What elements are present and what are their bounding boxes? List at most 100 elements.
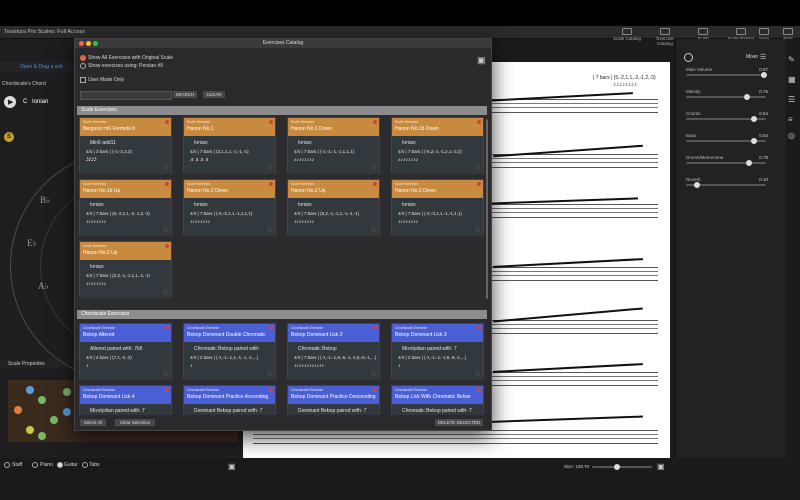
favorite-icon[interactable]: ♡ xyxy=(267,165,272,172)
camera-icon[interactable]: ▣ xyxy=(228,462,236,471)
chords-slider[interactable] xyxy=(686,116,766,122)
view-radio-piano[interactable] xyxy=(32,462,38,468)
note-e-flat[interactable]: E♭ xyxy=(27,238,37,249)
score-header-text: | 7 bars | (5,-2,1,1,-2,-1,2,-3) xyxy=(593,75,656,81)
delete-icon[interactable] xyxy=(373,182,377,186)
exercise-card[interactable]: Chordscale Exercise Bebop Dominant Practi… xyxy=(287,385,380,415)
slider-knob[interactable] xyxy=(751,138,757,144)
list-icon[interactable]: ≡ xyxy=(788,115,793,124)
note-b-flat[interactable]: B♭ xyxy=(40,195,50,206)
open-drag-row[interactable]: Open & Drag a sub xyxy=(0,61,75,73)
mixer-close-icon[interactable] xyxy=(684,53,693,62)
view-radio-guitar[interactable] xyxy=(57,462,63,468)
play-button[interactable]: ▶ xyxy=(4,96,16,108)
favorite-icon[interactable]: ♡ xyxy=(475,165,480,172)
delete-icon[interactable] xyxy=(477,326,481,330)
exercise-card[interactable]: Chordscale Exercise Bebop Dominant Double… xyxy=(183,323,276,380)
size-slider[interactable] xyxy=(592,464,652,470)
card-meta: 4/4 | 7 bars | (-2,-1,-1,-1,1,1,1) xyxy=(294,149,355,154)
delete-icon[interactable] xyxy=(165,326,169,330)
delete-icon[interactable] xyxy=(373,326,377,330)
view-radio-staff[interactable] xyxy=(4,462,10,468)
exercise-card[interactable]: Scale Exercise Hanon No.1 Ionian 4/4 | 7 ba… xyxy=(183,117,276,174)
delete-icon[interactable] xyxy=(477,120,481,124)
user-made-checkbox[interactable] xyxy=(80,77,86,83)
delete-icon[interactable] xyxy=(373,120,377,124)
card-title: Bebop Dominant Practice Descending xyxy=(291,394,376,400)
card-body: Ionian 4/4 | 7 bars | (2,1,1,1,-1,-1,-1) ♬… xyxy=(184,136,275,174)
radio-show-all[interactable] xyxy=(80,55,86,61)
list-scrollbar[interactable] xyxy=(486,119,488,299)
favorite-icon[interactable]: ♡ xyxy=(163,371,168,378)
sliders-icon[interactable]: ☰ xyxy=(788,95,795,104)
slider-knob[interactable] xyxy=(744,94,750,100)
minimize-window-icon[interactable] xyxy=(86,41,91,46)
close-window-icon[interactable] xyxy=(79,41,84,46)
delete-icon[interactable] xyxy=(269,326,273,330)
delete-icon[interactable] xyxy=(165,120,169,124)
grid-icon[interactable]: ▦ xyxy=(788,75,796,84)
delete-icon[interactable] xyxy=(477,182,481,186)
exercise-card[interactable]: Scale Exercise Hanon No.3 Up Ionian 4/4 | 7… xyxy=(79,241,172,298)
clear-button[interactable]: CLEAR xyxy=(203,91,225,98)
exercise-card[interactable]: Scale Exercise Hanon No.1b Up Ionian 4/4 | … xyxy=(79,179,172,236)
favorite-icon[interactable]: ♡ xyxy=(163,165,168,172)
exercise-card[interactable]: Chordscale Exercise Bebop Altered Altered … xyxy=(79,323,172,380)
select-all-button[interactable]: Select All xyxy=(80,419,106,426)
exercise-card[interactable]: Scale Exercise Hanon No.1 Down Ionian 4/4 |… xyxy=(287,117,380,174)
main-volume-slider[interactable] xyxy=(686,72,767,78)
exercise-card[interactable]: Chordscale Exercise Bebop Dominant Lick 3… xyxy=(391,323,484,380)
slider-knob[interactable] xyxy=(761,72,767,78)
reverb-slider[interactable] xyxy=(686,182,766,188)
favorite-icon[interactable]: ♡ xyxy=(163,289,168,296)
delete-icon[interactable] xyxy=(269,120,273,124)
scale-catalog-button[interactable]: Scale Catalog xyxy=(610,28,644,41)
mixer-settings-icon[interactable]: ☰ xyxy=(760,53,766,61)
exercise-card[interactable]: Chordscale Exercise Bebop Dominant Practi… xyxy=(183,385,276,415)
slider-knob[interactable] xyxy=(746,160,752,166)
delete-icon[interactable] xyxy=(269,388,273,392)
camera-icon[interactable]: ▣ xyxy=(477,55,486,66)
favorite-icon[interactable]: ♡ xyxy=(267,371,272,378)
edit-icon[interactable]: ✎ xyxy=(788,55,795,64)
exercise-list[interactable]: Scale Exercise Bergonzi m6 Formula 8 Min6 … xyxy=(77,115,487,415)
delete-icon[interactable] xyxy=(373,388,377,392)
slider-knob[interactable] xyxy=(751,116,757,122)
exercise-card[interactable]: Chordscale Exercise Bebop Lick With Chrom… xyxy=(391,385,484,415)
s-badge[interactable]: S xyxy=(4,132,14,142)
exercise-card[interactable]: Scale Exercise Hanon No.3 Down Ionian 4/4 |… xyxy=(391,179,484,236)
favorite-icon[interactable]: ♡ xyxy=(475,371,480,378)
snapshot-icon[interactable]: ▣ xyxy=(657,462,665,471)
note-a-flat[interactable]: A♭ xyxy=(38,281,49,292)
favorite-icon[interactable]: ♡ xyxy=(371,227,376,234)
play-circle-icon[interactable]: ◎ xyxy=(788,131,795,140)
bass-slider[interactable] xyxy=(686,138,766,144)
favorite-icon[interactable]: ♡ xyxy=(267,227,272,234)
view-radio-tabs[interactable] xyxy=(82,462,88,468)
delete-icon[interactable] xyxy=(269,182,273,186)
exercise-card[interactable]: Scale Exercise Hanon No.1b Down Ionian 4/4 … xyxy=(391,117,484,174)
favorite-icon[interactable]: ♡ xyxy=(371,165,376,172)
drums-slider[interactable] xyxy=(686,160,766,166)
search-input[interactable] xyxy=(80,91,172,100)
zoom-window-icon[interactable] xyxy=(93,41,98,46)
delete-icon[interactable] xyxy=(165,244,169,248)
clear-selection-button[interactable]: Clear Selection xyxy=(115,419,155,426)
exercise-card[interactable]: Scale Exercise Hanon No.2 Down Ionian 4/4 |… xyxy=(183,179,276,236)
exercise-card[interactable]: Scale Exercise Bergonzi m6 Formula 8 Min6 … xyxy=(79,117,172,174)
favorite-icon[interactable]: ♡ xyxy=(475,227,480,234)
delete-icon[interactable] xyxy=(477,388,481,392)
favorite-icon[interactable]: ♡ xyxy=(371,371,376,378)
slider-knob[interactable] xyxy=(694,182,700,188)
favorite-icon[interactable]: ♡ xyxy=(163,227,168,234)
slider-knob[interactable] xyxy=(614,464,620,470)
exercise-card[interactable]: Scale Exercise Hanon No.2 Up Ionian 4/4 | 7… xyxy=(287,179,380,236)
exercise-card[interactable]: Chordscale Exercise Bebop Dominant Lick 2… xyxy=(287,323,380,380)
search-button[interactable]: SEARCH xyxy=(173,91,197,98)
radio-show-using[interactable] xyxy=(80,63,86,69)
melody-slider[interactable] xyxy=(686,94,766,100)
delete-icon[interactable] xyxy=(165,388,169,392)
delete-icon[interactable] xyxy=(165,182,169,186)
exercise-card[interactable]: Chordscale Exercise Bebop Dominant Lick 4… xyxy=(79,385,172,415)
delete-selected-button[interactable]: DELETE SELECTED xyxy=(435,419,483,426)
